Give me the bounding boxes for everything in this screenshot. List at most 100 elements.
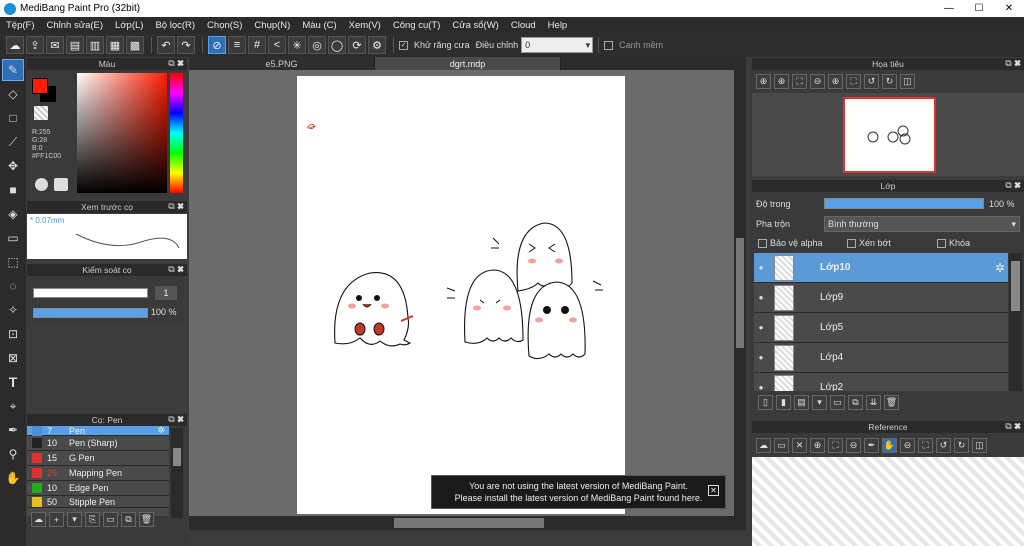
scroll-thumb[interactable] — [173, 448, 181, 466]
menu-cloud[interactable]: Cloud — [505, 20, 542, 31]
transparent-swatch[interactable] — [34, 106, 48, 120]
rotate-right-icon[interactable]: ↻ — [882, 74, 897, 89]
merge-icon[interactable]: ⇊ — [866, 395, 881, 410]
snap-off-icon[interactable]: ⊘ — [208, 36, 226, 54]
protect-alpha-checkbox[interactable] — [758, 238, 767, 248]
panel-buttons[interactable]: ⧉ ✖ — [168, 414, 184, 425]
canvas-paper[interactable] — [297, 76, 625, 514]
close-icon[interactable]: ✕ — [792, 438, 807, 453]
layer-row[interactable]: ● Lớp4 — [754, 343, 1008, 373]
line-tool-icon[interactable]: ⟋ — [2, 131, 24, 153]
fit-icon[interactable]: ⛶ — [846, 74, 861, 89]
rotate-left-icon[interactable]: ↺ — [936, 438, 951, 453]
brush-item[interactable]: 15 G Pen — [27, 451, 169, 466]
new-layer-copy-icon[interactable]: ▮ — [776, 395, 791, 410]
trash-icon[interactable]: 🗑 — [884, 395, 899, 410]
folder-icon[interactable]: ▭ — [830, 395, 845, 410]
parallel-snap-icon[interactable]: ≡ — [228, 36, 246, 54]
settings-icon[interactable]: ⚙ — [368, 36, 386, 54]
gear-icon[interactable]: ✲ — [157, 426, 165, 436]
panel-buttons[interactable]: ⧉ ✖ — [1005, 421, 1021, 432]
text-tool-icon[interactable]: T — [2, 371, 24, 393]
menu-layer[interactable]: Lớp(L) — [109, 20, 149, 31]
move-tool-icon[interactable]: ✥ — [2, 155, 24, 177]
shape-tool-icon[interactable]: □ — [2, 107, 24, 129]
cloud-icon[interactable]: ☁ — [756, 438, 771, 453]
fit-icon[interactable]: ⛶ — [792, 74, 807, 89]
scroll-thumb[interactable] — [736, 238, 744, 348]
brush-tool-icon[interactable]: ✎ — [2, 59, 24, 81]
zoom-in-icon[interactable]: ⊕ — [774, 74, 789, 89]
close-icon[interactable]: ✕ — [708, 485, 719, 496]
comment-icon[interactable]: ✉ — [46, 36, 64, 54]
rotate-right-icon[interactable]: ↻ — [954, 438, 969, 453]
smooth-checkbox[interactable] — [604, 40, 614, 50]
gradient-tool-icon[interactable]: ▭ — [2, 227, 24, 249]
lasso-tool-icon[interactable]: ◌ — [2, 275, 24, 297]
curve-snap-icon[interactable]: ◯ — [328, 36, 346, 54]
menu-tools[interactable]: Công cụ(T) — [387, 20, 447, 31]
trash-icon[interactable]: 🗑 — [139, 512, 154, 527]
navigator-preview[interactable] — [752, 93, 1024, 176]
brush-item[interactable]: 7 Pen ✲ — [27, 426, 169, 436]
layer-row[interactable]: ● Lớp2 — [754, 373, 1008, 391]
new-halftone-layer-icon[interactable]: ▤ — [794, 395, 809, 410]
rotate-left-icon[interactable]: ↺ — [864, 74, 879, 89]
layer-row[interactable]: ● Lớp9 — [754, 283, 1008, 313]
panel-buttons[interactable]: ⧉ ✖ — [168, 264, 184, 275]
scroll-thumb[interactable] — [394, 518, 544, 528]
eye-icon[interactable]: ● — [754, 383, 768, 391]
hue-slider[interactable] — [170, 73, 183, 193]
select-eraser-tool-icon[interactable]: ⊠ — [2, 347, 24, 369]
zoom-in-icon[interactable]: ⊕ — [828, 74, 843, 89]
undo-icon[interactable]: ↶ — [157, 36, 175, 54]
redo-icon[interactable]: ↷ — [177, 36, 195, 54]
grid-icon[interactable]: ▩ — [126, 36, 144, 54]
adjust-dropdown[interactable]: 0 ▾ — [521, 37, 594, 53]
menu-snap[interactable]: Chụp(N) — [248, 20, 296, 31]
scroll-thumb[interactable] — [1011, 261, 1020, 311]
blend-dropdown[interactable]: Bình thường ▾ — [824, 216, 1020, 232]
zoom-in-icon[interactable]: ⊕ — [810, 438, 825, 453]
layer-row[interactable]: ● Lớp5 — [754, 313, 1008, 343]
menu-help[interactable]: Help — [542, 20, 574, 31]
zoom-out-icon[interactable]: ⊖ — [846, 438, 861, 453]
tab-dgrt-mdp[interactable]: dgrt.mdp — [375, 57, 561, 70]
clipping-option[interactable]: Xén bớt — [847, 238, 891, 248]
duplicate-icon[interactable]: ⧉ — [848, 395, 863, 410]
panel-buttons[interactable]: ⧉ ✖ — [168, 58, 184, 69]
menu-color[interactable]: Màu (C) — [296, 20, 342, 31]
eraser-tool-icon[interactable]: ◇ — [2, 83, 24, 105]
panels-icon[interactable]: ▦ — [106, 36, 124, 54]
clipping-checkbox[interactable] — [847, 238, 856, 248]
close-button[interactable]: ✕ — [994, 0, 1024, 17]
text-icon[interactable]: ▤ — [66, 36, 84, 54]
minimize-button[interactable]: — — [934, 0, 964, 17]
new-layer-icon[interactable]: ▯ — [758, 395, 773, 410]
zoom-in-icon[interactable]: ⊕ — [756, 74, 771, 89]
operation-tool-icon[interactable]: ⌖ — [2, 395, 24, 417]
open-folder-icon[interactable]: ▭ — [774, 438, 789, 453]
zoom-out-icon[interactable]: ⊖ — [810, 74, 825, 89]
eye-icon[interactable]: ● — [754, 353, 768, 362]
brush-list-scrollbar[interactable] — [171, 428, 183, 518]
eyedropper-icon[interactable]: ✒ — [864, 438, 879, 453]
brush-size-value[interactable]: 1 — [155, 286, 177, 300]
panel-buttons[interactable]: ⧉ ✖ — [1005, 180, 1021, 191]
dropper-tool-icon[interactable]: ⚲ — [2, 443, 24, 465]
menu-window[interactable]: Cửa sổ(W) — [446, 20, 504, 31]
bucket-tool-icon[interactable]: ◈ — [2, 203, 24, 225]
maximize-button[interactable]: ☐ — [964, 0, 994, 17]
protect-alpha-option[interactable]: Bảo vệ alpha — [758, 238, 823, 248]
eye-icon[interactable]: ● — [754, 293, 768, 302]
share-icon[interactable]: ⇪ — [26, 36, 44, 54]
flip-icon[interactable]: ◫ — [972, 438, 987, 453]
color-wheel-icon[interactable] — [35, 178, 48, 191]
navigator-viewport[interactable] — [843, 97, 936, 173]
lock-checkbox[interactable] — [937, 238, 946, 248]
fit-icon[interactable]: ⛶ — [918, 438, 933, 453]
magic-wand-tool-icon[interactable]: ✧ — [2, 299, 24, 321]
brush-menu-icon[interactable]: ▾ — [67, 512, 82, 527]
folder-icon[interactable]: ▭ — [103, 512, 118, 527]
cloud-icon[interactable]: ☁ — [6, 36, 24, 54]
